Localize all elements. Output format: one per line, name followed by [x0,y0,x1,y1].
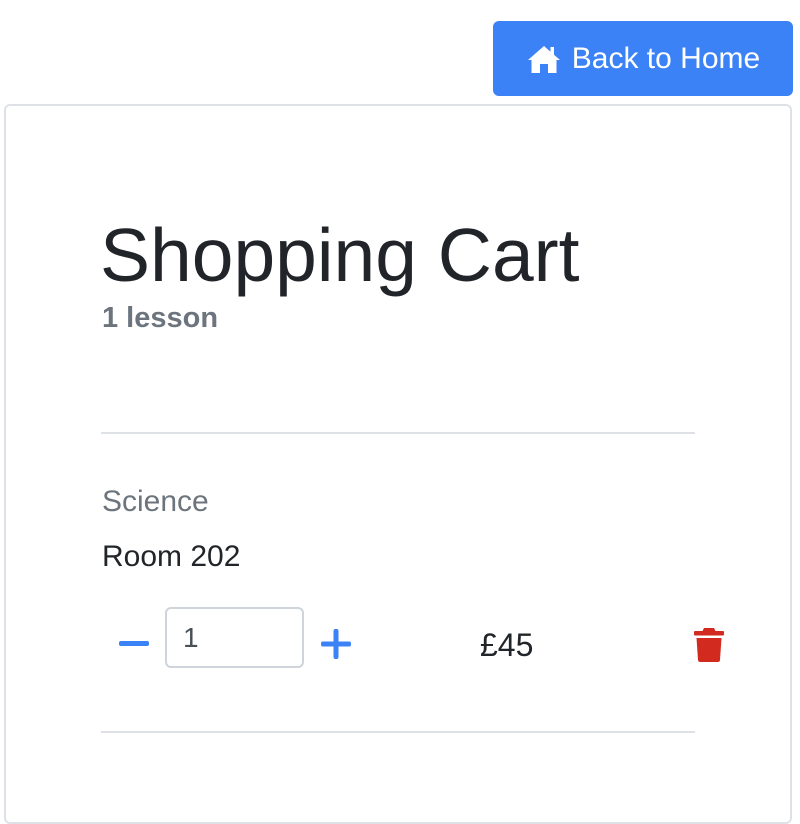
minus-icon [119,641,149,646]
plus-icon [321,629,351,659]
divider [101,731,695,733]
item-room: Room 202 [102,540,241,573]
lesson-count: 1 lesson [102,302,219,334]
page-title: Shopping Cart [100,213,580,297]
item-price: £45 [480,627,534,663]
decrease-quantity-button[interactable] [116,626,152,662]
remove-item-button[interactable] [693,627,725,663]
back-to-home-label: Back to Home [571,41,761,75]
increase-quantity-button[interactable] [318,626,354,662]
divider [101,432,695,434]
quantity-input[interactable] [165,607,304,668]
trash-icon [694,628,724,662]
home-icon [526,43,562,75]
back-to-home-button[interactable]: Back to Home [493,21,793,96]
item-category: Science [102,485,209,518]
